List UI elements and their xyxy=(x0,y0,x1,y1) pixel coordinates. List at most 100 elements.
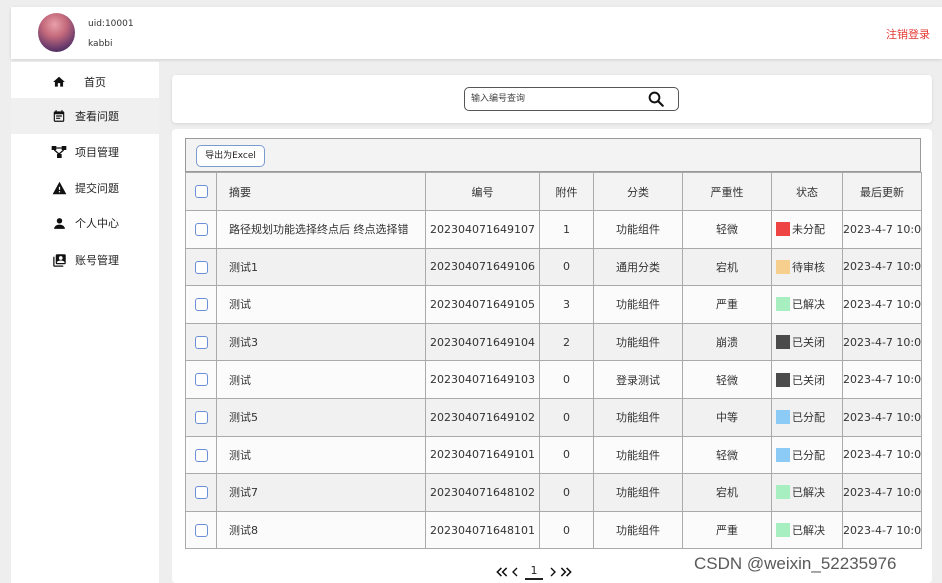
status-color-swatch xyxy=(776,447,790,462)
cell-updated: 2023-4-7 10:00 xyxy=(842,322,922,362)
row-checkbox[interactable] xyxy=(194,223,208,237)
cell-id: 202304071649106 xyxy=(425,247,540,287)
status-label: 未分配 xyxy=(792,223,825,237)
cell-category: 通用分类 xyxy=(593,247,683,287)
sidebar-item-accounts[interactable]: 账号管理 xyxy=(11,242,159,278)
cell-status: 已解决 xyxy=(771,510,843,550)
table-row[interactable]: 测试 202304071649101 0 功能组件 轻微 已分配 2023-4-7 10:0… xyxy=(185,435,922,475)
status-label: 已解决 xyxy=(792,524,825,538)
cell-status: 已解决 xyxy=(771,473,843,512)
cell-category: 登录测试 xyxy=(593,360,683,399)
status-label: 已解决 xyxy=(792,298,825,312)
logout-link[interactable]: 注销登录 xyxy=(886,26,930,42)
cell-summary[interactable]: 测试 xyxy=(216,360,426,399)
column-header-category[interactable]: 分类 xyxy=(593,172,683,211)
cell-updated: 2023-4-7 10:00 xyxy=(842,285,922,324)
export-excel-button[interactable]: 导出为Excel xyxy=(196,145,265,167)
pagination: 1 xyxy=(495,562,595,582)
cell-status: 已分配 xyxy=(771,435,843,475)
sidebar-item-label: 查看问题 xyxy=(75,110,119,123)
current-page[interactable]: 1 xyxy=(525,564,543,580)
cell-summary[interactable]: 路径规划功能选择终点后 终点选择错 xyxy=(216,210,426,249)
row-checkbox[interactable] xyxy=(194,335,208,349)
cell-attachments: 1 xyxy=(539,210,594,249)
row-checkbox[interactable] xyxy=(194,298,208,312)
column-header-id[interactable]: 编号 xyxy=(425,172,540,211)
cell-summary[interactable]: 测试1 xyxy=(216,247,426,287)
top-header: uid:10001 kabbi 注销登录 xyxy=(11,7,942,59)
cell-summary[interactable]: 测试3 xyxy=(216,322,426,362)
table-row[interactable]: 路径规划功能选择终点后 终点选择错 202304071649107 1 功能组件 轻微 未… xyxy=(185,210,922,249)
sidebar-item-view-issues[interactable]: 查看问题 xyxy=(11,98,159,134)
table-row[interactable]: 测试 202304071649105 3 功能组件 严重 已解决 2023-4-7 10:0… xyxy=(185,285,922,324)
row-select-cell xyxy=(185,360,217,399)
table-row[interactable]: 测试8 202304071648101 0 功能组件 严重 已解决 2023-4-7 10:… xyxy=(185,510,922,550)
status-label: 已解决 xyxy=(792,486,825,500)
cell-summary[interactable]: 测试7 xyxy=(216,473,426,512)
next-page-icon[interactable] xyxy=(547,565,559,579)
avatar[interactable] xyxy=(38,13,75,52)
status-color-swatch xyxy=(776,222,790,237)
column-header-attachments[interactable]: 附件 xyxy=(539,172,594,211)
sidebar-item-submit-issue[interactable]: 提交问题 xyxy=(11,170,159,206)
cell-updated: 2023-4-7 10:00 xyxy=(842,360,922,399)
column-header-updated[interactable]: 最后更新 xyxy=(842,172,922,211)
row-select-cell xyxy=(185,285,217,324)
column-header-status[interactable]: 状态 xyxy=(771,172,843,211)
status-color-swatch xyxy=(776,485,790,500)
cell-category: 功能组件 xyxy=(593,435,683,475)
cell-status: 已关闭 xyxy=(771,322,843,362)
sidebar-item-label: 账号管理 xyxy=(75,254,119,267)
cell-category: 功能组件 xyxy=(593,322,683,362)
table-row[interactable]: 测试1 202304071649106 0 通用分类 宕机 待审核 2023-4-7 10:… xyxy=(185,247,922,287)
status-label: 已分配 xyxy=(792,448,825,462)
cell-severity: 崩溃 xyxy=(682,322,772,362)
home-icon xyxy=(51,74,67,90)
sidebar-item-projects[interactable]: 项目管理 xyxy=(11,134,159,170)
cell-summary[interactable]: 测试 xyxy=(216,435,426,475)
row-checkbox[interactable] xyxy=(194,448,208,462)
cell-updated: 2023-4-7 10:00 xyxy=(842,247,922,287)
status-color-swatch xyxy=(776,259,790,274)
row-select-cell xyxy=(185,435,217,475)
column-header-severity[interactable]: 严重性 xyxy=(682,172,772,211)
cell-summary[interactable]: 测试8 xyxy=(216,510,426,550)
cell-severity: 宕机 xyxy=(682,473,772,512)
search-panel xyxy=(172,75,932,123)
cell-severity: 宕机 xyxy=(682,247,772,287)
table-row[interactable]: 测试7 202304071648102 0 功能组件 宕机 已解决 2023-4-7 10:… xyxy=(185,473,922,512)
status-color-swatch xyxy=(776,410,790,425)
sidebar-item-profile[interactable]: 个人中心 xyxy=(11,205,159,241)
row-checkbox[interactable] xyxy=(194,260,208,274)
row-checkbox[interactable] xyxy=(194,373,208,387)
cell-summary[interactable]: 测试5 xyxy=(216,397,426,437)
cell-category: 功能组件 xyxy=(593,510,683,550)
row-checkbox[interactable] xyxy=(194,411,208,425)
row-select-cell xyxy=(185,473,217,512)
table-row[interactable]: 测试3 202304071649104 2 功能组件 崩溃 已关闭 2023-4-7 10:… xyxy=(185,322,922,362)
warning-icon xyxy=(51,180,67,196)
column-header-summary[interactable]: 摘要 xyxy=(216,172,426,211)
sidebar-item-home[interactable]: 首页 xyxy=(11,64,159,100)
cell-id: 202304071649102 xyxy=(425,397,540,437)
table-row[interactable]: 测试 202304071649103 0 登录测试 轻微 已关闭 2023-4-7 10:0… xyxy=(185,360,922,399)
row-select-cell xyxy=(185,322,217,362)
cell-status: 已解决 xyxy=(771,285,843,324)
select-all-checkbox[interactable] xyxy=(194,185,208,199)
cell-attachments: 2 xyxy=(539,322,594,362)
user-id: uid:10001 xyxy=(88,19,134,29)
row-checkbox[interactable] xyxy=(194,486,208,500)
first-page-icon[interactable] xyxy=(495,565,509,579)
row-select-cell xyxy=(185,210,217,249)
search-icon[interactable] xyxy=(647,90,665,108)
search-input[interactable] xyxy=(471,91,636,107)
cell-category: 功能组件 xyxy=(593,285,683,324)
prev-page-icon[interactable] xyxy=(509,565,521,579)
status-color-swatch xyxy=(776,297,790,312)
last-page-icon[interactable] xyxy=(559,565,573,579)
cell-severity: 严重 xyxy=(682,510,772,550)
table-row[interactable]: 测试5 202304071649102 0 功能组件 中等 已分配 2023-4-7 10:… xyxy=(185,397,922,437)
cell-summary[interactable]: 测试 xyxy=(216,285,426,324)
row-checkbox[interactable] xyxy=(194,523,208,537)
status-label: 已关闭 xyxy=(792,336,825,350)
